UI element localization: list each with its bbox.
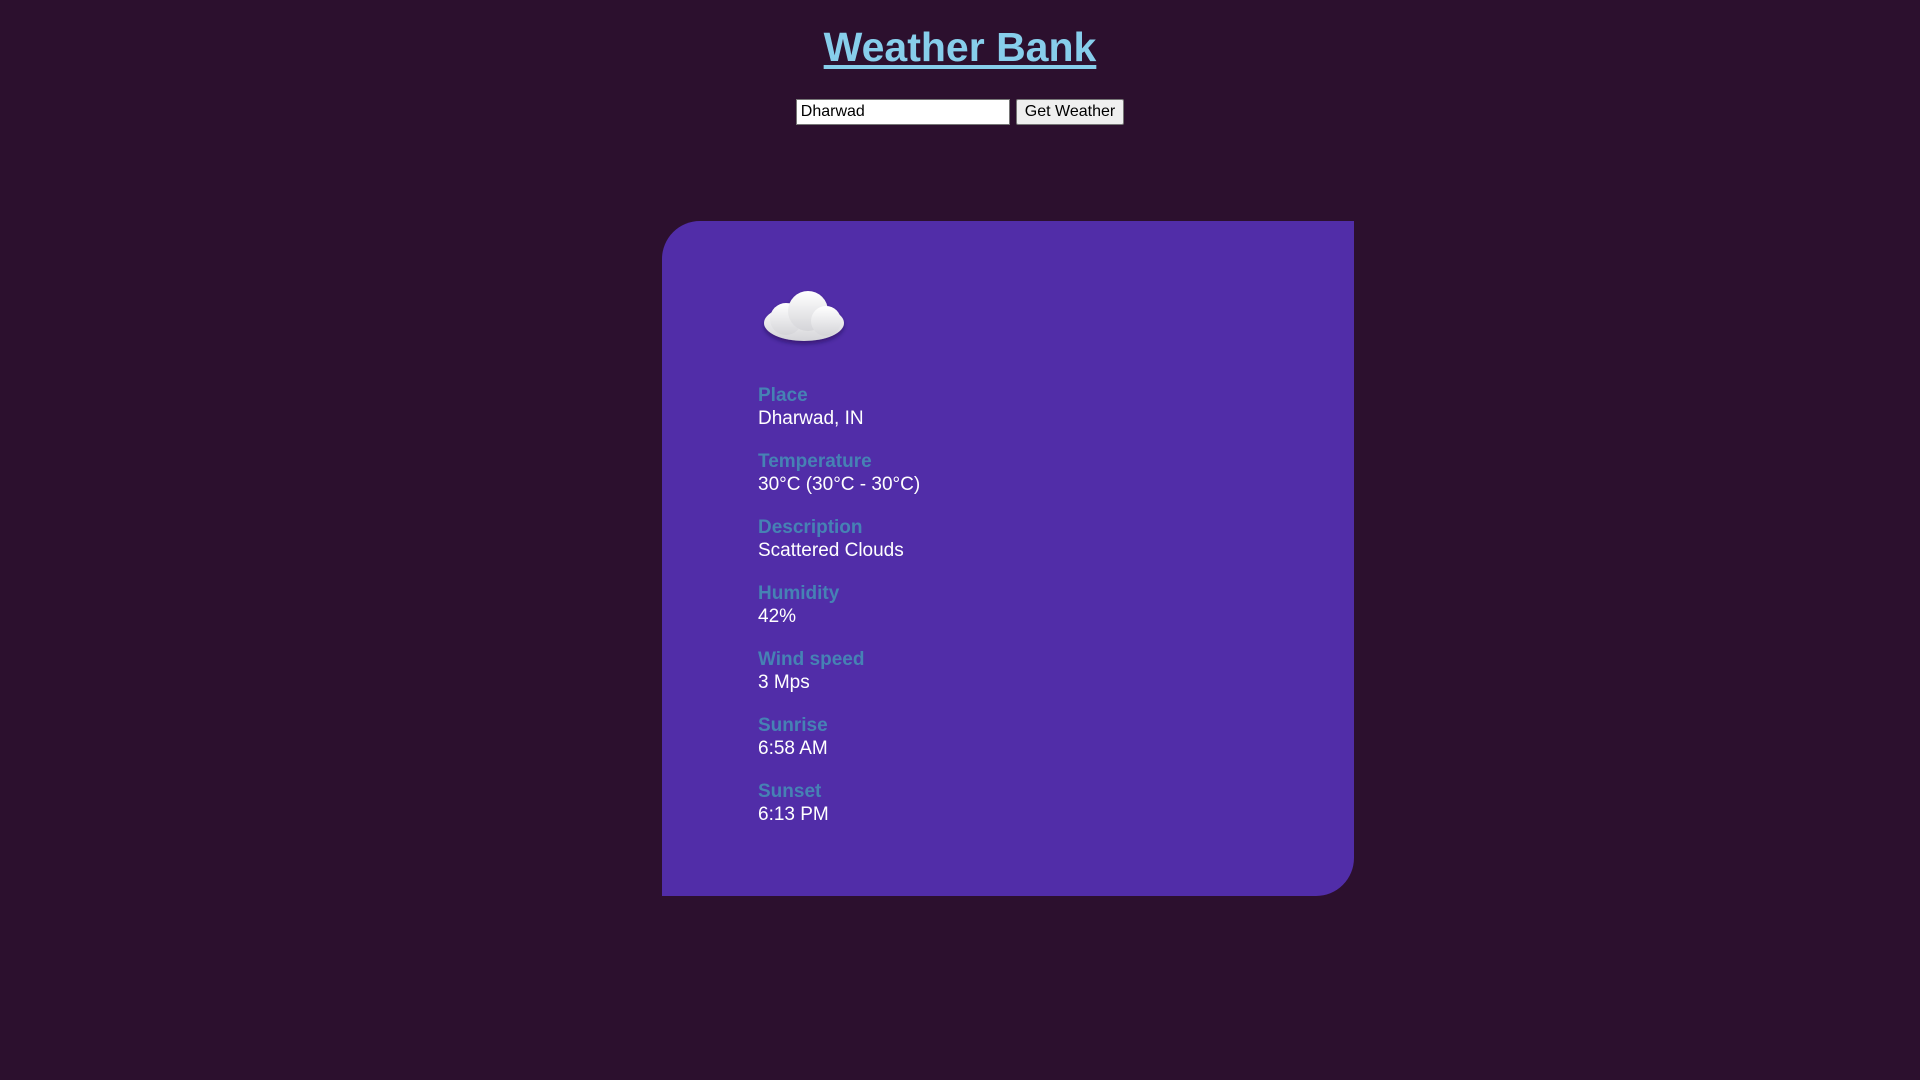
sunrise-label: Sunrise	[758, 715, 828, 736]
humidity-value: 42%	[758, 606, 797, 627]
place-field: Place Dharwad, IN	[758, 384, 920, 430]
get-weather-button[interactable]: Get Weather	[1015, 99, 1125, 125]
sunset-field: Sunset 6:13 PM	[758, 780, 920, 826]
place-label: Place	[758, 385, 808, 406]
app-title-link[interactable]: Weather Bank	[824, 24, 1097, 71]
place-value: Dharwad, IN	[758, 408, 864, 429]
temperature-field: Temperature 30°C (30°C - 30°C)	[758, 450, 920, 496]
description-value: Scattered Clouds	[758, 540, 904, 561]
weather-card: Place Dharwad, IN Temperature 30°C (30°C…	[662, 221, 1354, 896]
wind-speed-field: Wind speed 3 Mps	[758, 648, 920, 694]
sunset-value: 6:13 PM	[758, 804, 829, 825]
city-input[interactable]	[795, 99, 1010, 125]
sunrise-value: 6:58 AM	[758, 738, 828, 759]
wind-speed-label: Wind speed	[758, 649, 865, 670]
weather-details: Place Dharwad, IN Temperature 30°C (30°C…	[758, 384, 920, 846]
sunrise-field: Sunrise 6:58 AM	[758, 714, 920, 760]
description-field: Description Scattered Clouds	[758, 516, 920, 562]
wind-speed-value: 3 Mps	[758, 672, 810, 693]
temperature-value: 30°C (30°C - 30°C)	[758, 474, 921, 495]
sunset-label: Sunset	[758, 781, 822, 802]
cloud-icon	[764, 291, 844, 341]
search-bar: Get Weather	[0, 99, 1920, 125]
description-label: Description	[758, 517, 863, 538]
humidity-label: Humidity	[758, 583, 840, 604]
humidity-field: Humidity 42%	[758, 582, 920, 628]
temperature-label: Temperature	[758, 451, 872, 472]
header: Weather Bank	[0, 0, 1920, 71]
